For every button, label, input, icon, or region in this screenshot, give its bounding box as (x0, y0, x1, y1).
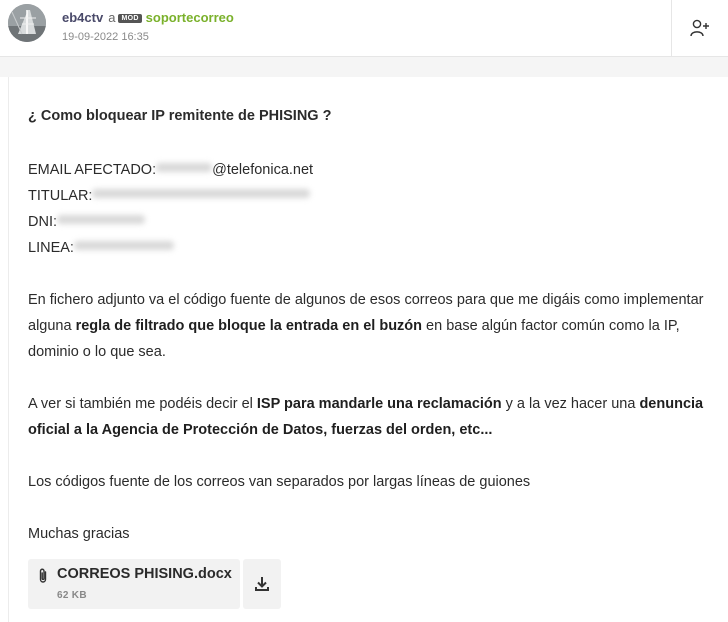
field-suffix: @telefonica.net (212, 162, 314, 178)
avatar[interactable] (8, 4, 46, 42)
attachment-size: 62 KB (57, 590, 87, 601)
field-label: DNI: (28, 214, 57, 230)
paragraph-4: Muchas gracias (28, 526, 130, 542)
post-title: ¿ Como bloquear IP remitente de PHISING … (28, 108, 332, 124)
author-username[interactable]: eb4ctv (62, 10, 103, 25)
author-connector: a (108, 10, 116, 25)
field-label: EMAIL AFECTADO: (28, 162, 157, 178)
download-button[interactable] (243, 559, 281, 609)
download-icon (255, 577, 269, 591)
post-content: ¿ Como bloquear IP remitente de PHISING … (28, 105, 728, 547)
paragraph-bold: regla de filtrado que bloque la entrada … (75, 318, 423, 334)
add-user-icon (690, 19, 709, 37)
paragraph-text: A ver si también me podéis decir el (28, 396, 257, 412)
post-header: eb4ctv a MOD soportecorreo 19-09-2022 16:35 (0, 0, 728, 57)
post-datetime: 19-09-2022 16:35 (62, 31, 149, 43)
attachment-filename[interactable]: CORREOS PHISING.docx (57, 566, 232, 582)
attachment: CORREOS PHISING.docx 62 KB (28, 559, 281, 609)
field-linea: LINEA: (28, 235, 728, 261)
attachment-file[interactable]: CORREOS PHISING.docx 62 KB (28, 559, 240, 609)
follow-user-button[interactable] (671, 0, 728, 56)
paragraph-1: En fichero adjunto va el código fuente d… (28, 287, 728, 365)
field-titular: TITULAR: (28, 183, 728, 209)
paragraph-3: Los códigos fuente de los correos van se… (28, 474, 531, 490)
redacted-text (92, 189, 311, 198)
paperclip-icon (39, 568, 47, 583)
field-label: LINEA: (28, 240, 74, 256)
field-email: EMAIL AFECTADO: @telefonica.net (28, 157, 728, 183)
redacted-text (156, 163, 213, 172)
redacted-text (73, 241, 174, 250)
post-author-line: eb4ctv a MOD soportecorreo (62, 10, 234, 25)
forum-link[interactable]: soportecorreo (146, 10, 234, 25)
redacted-text (57, 215, 145, 224)
paragraph-bold: ISP para mandarle una reclamación (256, 396, 502, 412)
avatar-image (8, 4, 46, 42)
field-label: TITULAR: (28, 188, 93, 204)
separator (0, 57, 728, 77)
post-body: ¿ Como bloquear IP remitente de PHISING … (8, 77, 728, 622)
field-dni: DNI: (28, 209, 728, 235)
paragraph-2: A ver si también me podéis decir el ISP … (28, 391, 728, 443)
paragraph-text: y a la vez hacer una (501, 396, 640, 412)
mod-badge: MOD (118, 14, 142, 23)
